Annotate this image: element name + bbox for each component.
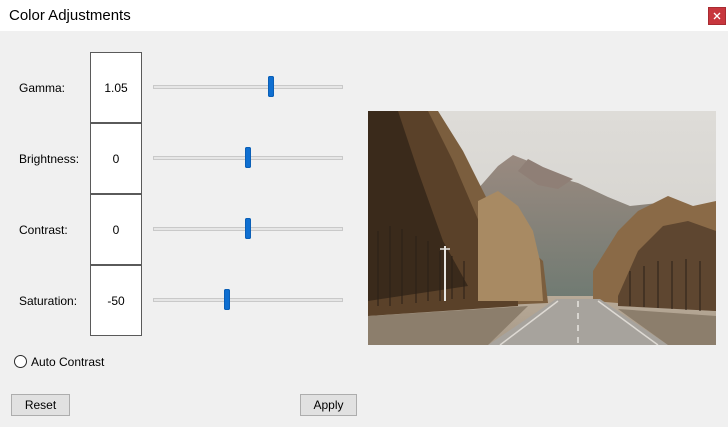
reset-button[interactable]: Reset bbox=[11, 394, 70, 416]
gamma-label: Gamma: bbox=[19, 81, 66, 95]
saturation-label: Saturation: bbox=[19, 294, 78, 308]
preview-image bbox=[368, 111, 716, 345]
gamma-slider[interactable] bbox=[153, 85, 343, 89]
title-bar: Color Adjustments bbox=[0, 0, 728, 31]
gamma-value-field[interactable]: 1.05 bbox=[90, 52, 142, 123]
contrast-slider-thumb[interactable] bbox=[245, 218, 251, 239]
close-button[interactable] bbox=[708, 7, 726, 25]
contrast-value: 0 bbox=[112, 222, 120, 237]
brightness-value-field[interactable]: 0 bbox=[90, 123, 142, 194]
apply-button[interactable]: Apply bbox=[300, 394, 357, 416]
saturation-value: -50 bbox=[107, 293, 125, 308]
auto-contrast-radio[interactable] bbox=[14, 355, 27, 368]
auto-contrast-label[interactable]: Auto Contrast bbox=[31, 355, 104, 369]
contrast-label: Contrast: bbox=[19, 223, 68, 237]
window-title: Color Adjustments bbox=[9, 7, 131, 24]
brightness-slider-thumb[interactable] bbox=[245, 147, 251, 168]
saturation-slider[interactable] bbox=[153, 298, 343, 302]
contrast-value-field[interactable]: 0 bbox=[90, 194, 142, 265]
apply-button-label: Apply bbox=[313, 398, 344, 412]
close-icon bbox=[713, 12, 721, 20]
reset-button-label: Reset bbox=[24, 398, 57, 412]
saturation-value-field[interactable]: -50 bbox=[90, 265, 142, 336]
gamma-slider-thumb[interactable] bbox=[267, 76, 274, 97]
gamma-value: 1.05 bbox=[104, 80, 128, 95]
brightness-label: Brightness: bbox=[19, 152, 80, 166]
saturation-slider-thumb[interactable] bbox=[224, 289, 231, 310]
brightness-value: 0 bbox=[112, 151, 120, 166]
landscape-photo bbox=[368, 111, 716, 345]
